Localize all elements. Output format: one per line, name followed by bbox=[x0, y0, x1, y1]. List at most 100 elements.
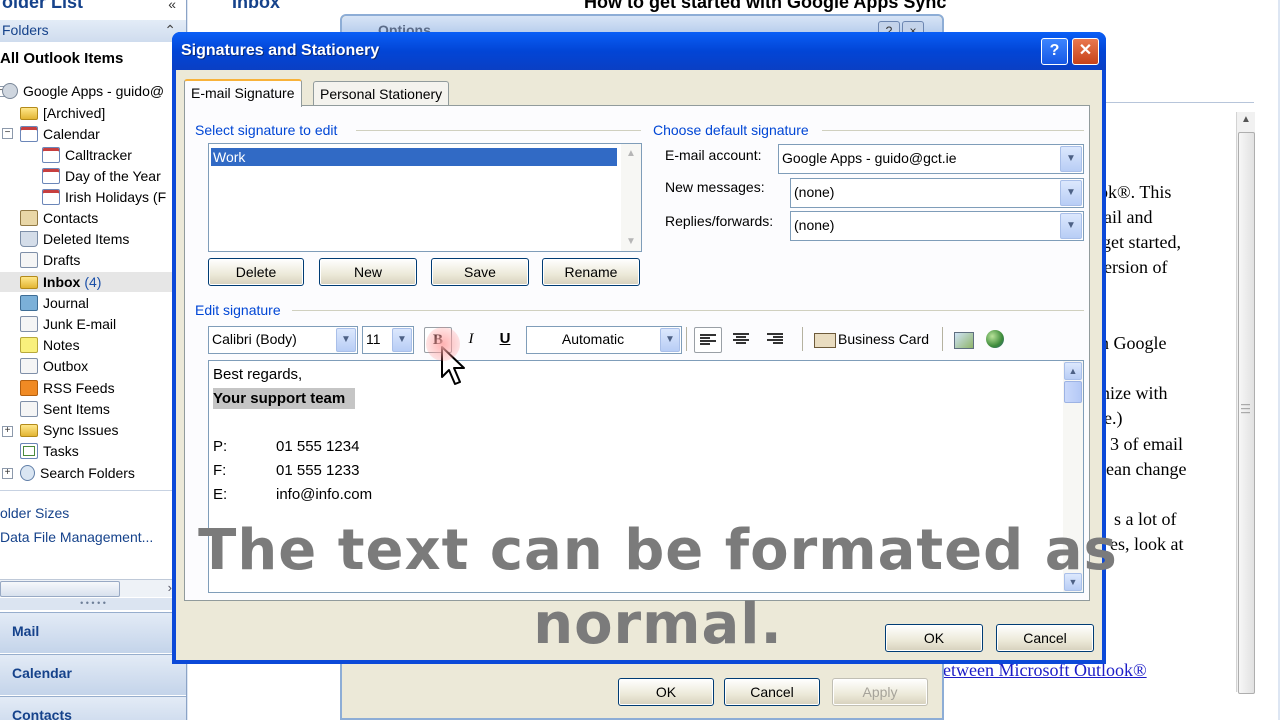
toolbar-separator bbox=[942, 327, 943, 351]
align-center-icon bbox=[733, 333, 749, 345]
save-button[interactable]: Save bbox=[431, 258, 529, 286]
calendar-icon bbox=[42, 189, 60, 205]
font-color-select[interactable]: Automatic ▼ bbox=[526, 326, 682, 354]
tree-item-irish-holidays[interactable]: Irish Holidays (F bbox=[42, 187, 166, 207]
options-cancel-button[interactable]: Cancel bbox=[724, 678, 820, 706]
click-highlight bbox=[426, 327, 460, 361]
help-icon[interactable]: ? bbox=[1041, 38, 1068, 65]
body-text: get started, bbox=[1102, 232, 1181, 252]
expand-icon[interactable]: + bbox=[2, 468, 13, 479]
replies-forwards-label: Replies/forwards: bbox=[665, 213, 774, 229]
dialog-title: Signatures and Stationery bbox=[181, 42, 380, 59]
align-right-button[interactable] bbox=[762, 327, 788, 351]
tree-item-day-of-year[interactable]: Day of the Year bbox=[42, 166, 161, 186]
editor-line-selected: Your support team bbox=[213, 388, 356, 409]
tree-item-tasks[interactable]: Tasks bbox=[20, 441, 79, 461]
junk-mail-icon bbox=[20, 316, 38, 332]
new-messages-select[interactable]: (none) ▼ bbox=[790, 178, 1084, 208]
tree-item-junk-email[interactable]: Junk E-mail bbox=[20, 314, 116, 334]
font-size-select[interactable]: 11 ▼ bbox=[362, 326, 414, 354]
tasks-icon bbox=[20, 443, 38, 459]
chevron-down-icon[interactable]: ▼ bbox=[392, 328, 412, 352]
align-right-icon bbox=[767, 333, 783, 345]
tree-item-inbox[interactable]: Inbox (4) bbox=[0, 272, 186, 292]
tree-item-drafts[interactable]: Drafts bbox=[20, 250, 80, 270]
tree-item-deleted-items[interactable]: Deleted Items bbox=[20, 229, 129, 249]
all-outlook-items-dropdown[interactable]: All Outlook Items bbox=[0, 50, 186, 67]
align-center-button[interactable] bbox=[728, 327, 754, 351]
tree-item-search-folders[interactable]: Search Folders bbox=[20, 463, 135, 483]
new-button[interactable]: New bbox=[319, 258, 417, 286]
tree-item-sent-items[interactable]: Sent Items bbox=[20, 399, 110, 419]
tree-item-journal[interactable]: Journal bbox=[20, 293, 89, 313]
inbox-icon bbox=[20, 275, 38, 289]
email-account-select[interactable]: Google Apps - guido@gct.ie ▼ bbox=[778, 144, 1084, 174]
delete-button[interactable]: Delete bbox=[208, 258, 304, 286]
nav-calendar-button[interactable]: Calendar bbox=[0, 654, 186, 695]
collapse-icon[interactable]: − bbox=[2, 128, 13, 139]
tree-item-google-apps[interactable]: Google Apps - guido@ bbox=[2, 81, 164, 101]
scroll-up-icon[interactable]: ▲ bbox=[1241, 114, 1251, 125]
options-ok-button[interactable]: OK bbox=[618, 678, 714, 706]
tree-item-contacts[interactable]: Contacts bbox=[20, 208, 98, 228]
rename-button[interactable]: Rename bbox=[542, 258, 640, 286]
tree-item-calltracker[interactable]: Calltracker bbox=[42, 145, 132, 165]
dialog-title-bar[interactable]: Signatures and Stationery ? ✕ bbox=[172, 32, 1106, 70]
tree-item-label: Drafts bbox=[43, 252, 81, 268]
caption-line-2: normal. bbox=[533, 592, 783, 657]
font-value: Calibri (Body) bbox=[212, 331, 297, 347]
divider bbox=[356, 130, 641, 131]
replies-forwards-select[interactable]: (none) ▼ bbox=[790, 211, 1084, 241]
list-scrollbar[interactable]: ▲ ▼ bbox=[621, 144, 641, 251]
chevron-down-icon[interactable]: ▼ bbox=[1060, 180, 1082, 206]
email-label: E: bbox=[213, 486, 228, 503]
tree-item-label: RSS Feeds bbox=[43, 380, 115, 396]
business-card-button[interactable]: Business Card bbox=[838, 331, 929, 347]
tree-item-sync-issues[interactable]: Sync Issues bbox=[20, 420, 118, 440]
nav-label: Calendar bbox=[12, 665, 72, 681]
calendar-icon bbox=[42, 168, 60, 184]
underline-button[interactable]: U bbox=[492, 327, 518, 351]
scroll-down-icon[interactable]: ▼ bbox=[626, 236, 636, 247]
body-text: ail and bbox=[1104, 207, 1153, 227]
tree-item-calendar[interactable]: Calendar bbox=[20, 124, 100, 144]
signature-item-work[interactable]: Work bbox=[211, 148, 617, 166]
align-left-button[interactable] bbox=[694, 327, 722, 353]
body-text: ersion of bbox=[1104, 257, 1168, 277]
scroll-up-icon[interactable]: ▲ bbox=[1064, 362, 1082, 380]
chevron-down-icon[interactable]: ▼ bbox=[1060, 146, 1082, 172]
chevron-down-icon[interactable]: ▼ bbox=[1060, 213, 1082, 239]
tree-item-label: Search Folders bbox=[40, 465, 135, 481]
tree-item-label: Irish Holidays (F bbox=[65, 189, 167, 205]
unread-count: (4) bbox=[84, 274, 102, 290]
close-icon[interactable]: ✕ bbox=[1072, 38, 1099, 65]
folder-list-header: older List bbox=[2, 0, 84, 12]
font-select[interactable]: Calibri (Body) ▼ bbox=[208, 326, 358, 354]
tree-item-outbox[interactable]: Outbox bbox=[20, 356, 88, 376]
expand-icon[interactable]: + bbox=[2, 426, 13, 437]
tab-email-signature[interactable]: E-mail Signature bbox=[184, 79, 302, 107]
chevron-down-icon[interactable]: ▼ bbox=[660, 328, 680, 352]
folders-subheader: Folders ⌃ bbox=[0, 20, 186, 42]
tree-item-label: Calendar bbox=[43, 126, 100, 142]
folder-icon bbox=[20, 423, 38, 437]
selected-text: Your support team bbox=[213, 388, 356, 409]
nav-contacts-button[interactable]: Contacts bbox=[0, 696, 186, 720]
folder-icon bbox=[20, 106, 38, 120]
insert-picture-icon[interactable] bbox=[954, 332, 974, 349]
calendar-icon bbox=[42, 147, 60, 163]
chevron-down-icon[interactable]: ▼ bbox=[336, 328, 356, 352]
tab-personal-stationery[interactable]: Personal Stationery bbox=[313, 81, 450, 106]
scroll-up-icon[interactable]: ▲ bbox=[626, 148, 636, 159]
mouse-cursor bbox=[426, 327, 472, 389]
tree-item-archived[interactable]: [Archived] bbox=[20, 103, 105, 123]
signature-list[interactable]: Work ▲ ▼ bbox=[208, 143, 642, 252]
scrollbar-thumb[interactable] bbox=[1064, 381, 1082, 403]
body-text: ean change bbox=[1106, 459, 1187, 479]
collapse-pane-icon[interactable]: « bbox=[168, 0, 176, 12]
tree-item-notes[interactable]: Notes bbox=[20, 335, 80, 355]
insert-hyperlink-icon[interactable] bbox=[986, 330, 1004, 348]
tree-item-rss-feeds[interactable]: RSS Feeds bbox=[20, 378, 115, 398]
tree-item-label: Contacts bbox=[43, 210, 99, 226]
contacts-icon bbox=[20, 210, 38, 226]
